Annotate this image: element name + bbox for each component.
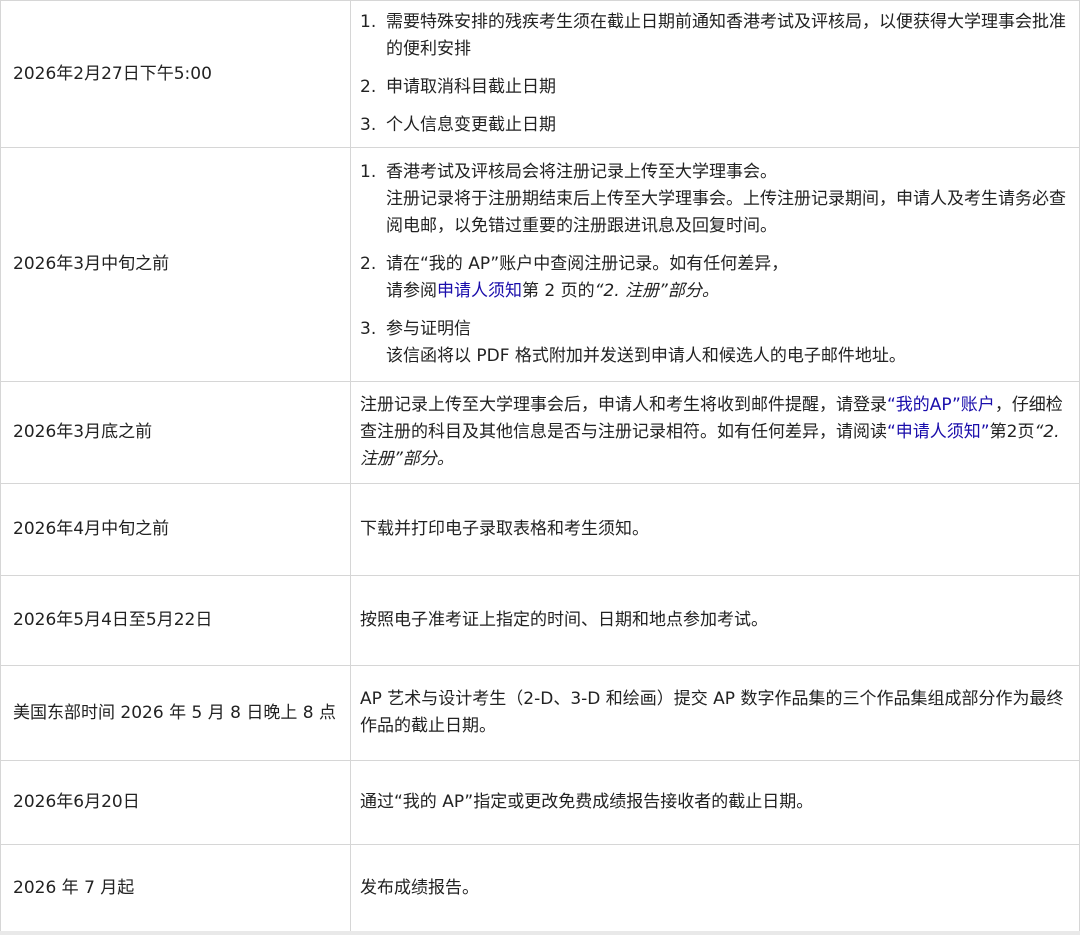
description-text: 注册记录上传至大学理事会后，申请人和考生将收到邮件提醒，请登录: [360, 395, 887, 415]
list-item: 1. 香港考试及评核局会将注册记录上传至大学理事会。注册记录将于注册期结束后上传至…: [360, 159, 1069, 240]
description-text: AP 艺术与设计考生（2-D、3-D 和绘画）提交 AP 数字作品集的三个作品集…: [360, 689, 1064, 736]
subtext-section: “2. 注册”部分。: [594, 281, 719, 301]
item-text: 申请取消科目截止日期: [386, 77, 556, 97]
table-row: 美国东部时间 2026 年 5 月 8 日晚上 8 点 AP 艺术与设计考生（2…: [0, 665, 1080, 761]
item-number: 2.: [360, 77, 377, 97]
schedule-table: 2026年2月27日下午5:00 1. 需要特殊安排的残疾考生须在截止日期前通知香…: [0, 0, 1080, 933]
date-text: 2026年5月4日至5月22日: [13, 610, 213, 630]
date-text: 2026年3月底之前: [13, 422, 153, 442]
date-cell: 2026年6月20日: [0, 760, 351, 845]
item-number: 1.: [360, 162, 377, 182]
table-row: 2026年6月20日 通过“我的 AP”指定或更改免费成绩报告接收者的截止日期。: [0, 760, 1080, 845]
list-item: 3. 参与证明信该信函将以 PDF 格式附加并发送到申请人和候选人的电子邮件地址。: [360, 316, 1069, 370]
list-item: 2. 申请取消科目截止日期: [360, 74, 1069, 101]
table-row: 2026年3月中旬之前 1. 香港考试及评核局会将注册记录上传至大学理事会。注册记…: [0, 147, 1080, 382]
item-subtext: 该信函将以 PDF 格式附加并发送到申请人和候选人的电子邮件地址。: [386, 346, 906, 366]
description-cell: AP 艺术与设计考生（2-D、3-D 和绘画）提交 AP 数字作品集的三个作品集…: [350, 665, 1080, 761]
date-text: 2026年2月27日下午5:00: [13, 63, 212, 84]
table-row: 2026年2月27日下午5:00 1. 需要特殊安排的残疾考生须在截止日期前通知香…: [0, 0, 1080, 148]
subtext-page: 第 2 页的: [522, 281, 595, 301]
item-text: 香港考试及评核局会将注册记录上传至大学理事会。: [386, 162, 777, 182]
my-ap-account-link[interactable]: “我的AP”账户: [887, 395, 995, 415]
table-row: 2026年3月底之前 注册记录上传至大学理事会后，申请人和考生将收到邮件提醒，请…: [0, 381, 1080, 484]
description-text: 下载并打印电子录取表格和考生须知。: [360, 519, 649, 539]
list-item: 3. 个人信息变更截止日期: [360, 112, 1069, 139]
description-text: 发布成绩报告。: [360, 878, 479, 898]
table-row: 2026年4月中旬之前 下载并打印电子录取表格和考生须知。: [0, 483, 1080, 576]
item-subtext: 请参阅申请人须知第 2 页的“2. 注册”部分。: [386, 278, 1069, 305]
list-item: 1. 需要特殊安排的残疾考生须在截止日期前通知香港考试及评核局，以便获得大学理事会…: [360, 9, 1069, 63]
item-text: 参与证明信: [386, 319, 471, 339]
table-row: 2026年5月4日至5月22日 按照电子准考证上指定的时间、日期和地点参加考试。: [0, 575, 1080, 666]
description-text: 通过“我的 AP”指定或更改免费成绩报告接收者的截止日期。: [360, 792, 814, 812]
list-item: 2. 请在“我的 AP”账户中查阅注册记录。如有任何差异， 请参阅申请人须知第 2 …: [360, 251, 1069, 305]
table-row: 2026 年 7 月起 发布成绩报告。: [0, 844, 1080, 933]
item-text: 需要特殊安排的残疾考生须在截止日期前通知香港考试及评核局，以便获得大学理事会批准…: [386, 12, 1066, 59]
description-cell: 发布成绩报告。: [350, 844, 1080, 933]
item-subtext: 注册记录将于注册期结束后上传至大学理事会。上传注册记录期间，申请人及考生请务必查…: [386, 189, 1066, 236]
date-cell: 美国东部时间 2026 年 5 月 8 日晚上 8 点: [0, 665, 351, 761]
description-cell: 通过“我的 AP”指定或更改免费成绩报告接收者的截止日期。: [350, 760, 1080, 845]
applicant-notice-link[interactable]: “申请人须知”: [887, 422, 990, 442]
date-text: 2026年4月中旬之前: [13, 519, 170, 539]
bottom-divider: [0, 931, 1080, 935]
item-number: 3.: [360, 319, 377, 339]
date-text: 美国东部时间 2026 年 5 月 8 日晚上 8 点: [13, 702, 336, 723]
item-text: 个人信息变更截止日期: [386, 115, 556, 135]
description-cell: 1. 需要特殊安排的残疾考生须在截止日期前通知香港考试及评核局，以便获得大学理事会…: [350, 0, 1080, 148]
numbered-list: 1. 需要特殊安排的残疾考生须在截止日期前通知香港考试及评核局，以便获得大学理事会…: [360, 9, 1069, 139]
date-text: 2026年6月20日: [13, 792, 140, 812]
description-cell: 1. 香港考试及评核局会将注册记录上传至大学理事会。注册记录将于注册期结束后上传至…: [350, 147, 1080, 382]
date-cell: 2026 年 7 月起: [0, 844, 351, 933]
item-number: 2.: [360, 254, 377, 274]
item-text: 请在“我的 AP”账户中查阅注册记录。如有任何差异，: [386, 254, 789, 274]
date-text: 2026年3月中旬之前: [13, 254, 170, 274]
date-cell: 2026年2月27日下午5:00: [0, 0, 351, 148]
description-cell: 下载并打印电子录取表格和考生须知。: [350, 483, 1080, 576]
applicant-notice-link[interactable]: 申请人须知: [437, 281, 522, 301]
description-text: 第2页: [989, 422, 1035, 442]
date-cell: 2026年5月4日至5月22日: [0, 575, 351, 666]
numbered-list: 1. 香港考试及评核局会将注册记录上传至大学理事会。注册记录将于注册期结束后上传至…: [360, 159, 1069, 370]
item-number: 3.: [360, 115, 377, 135]
description-cell: 注册记录上传至大学理事会后，申请人和考生将收到邮件提醒，请登录“我的AP”账户，…: [350, 381, 1080, 484]
date-text: 2026 年 7 月起: [13, 878, 135, 898]
subtext-prefix: 请参阅: [386, 281, 437, 301]
date-cell: 2026年3月底之前: [0, 381, 351, 484]
date-cell: 2026年3月中旬之前: [0, 147, 351, 382]
description-text: 按照电子准考证上指定的时间、日期和地点参加考试。: [360, 610, 768, 630]
date-cell: 2026年4月中旬之前: [0, 483, 351, 576]
description-cell: 按照电子准考证上指定的时间、日期和地点参加考试。: [350, 575, 1080, 666]
item-number: 1.: [360, 12, 377, 32]
